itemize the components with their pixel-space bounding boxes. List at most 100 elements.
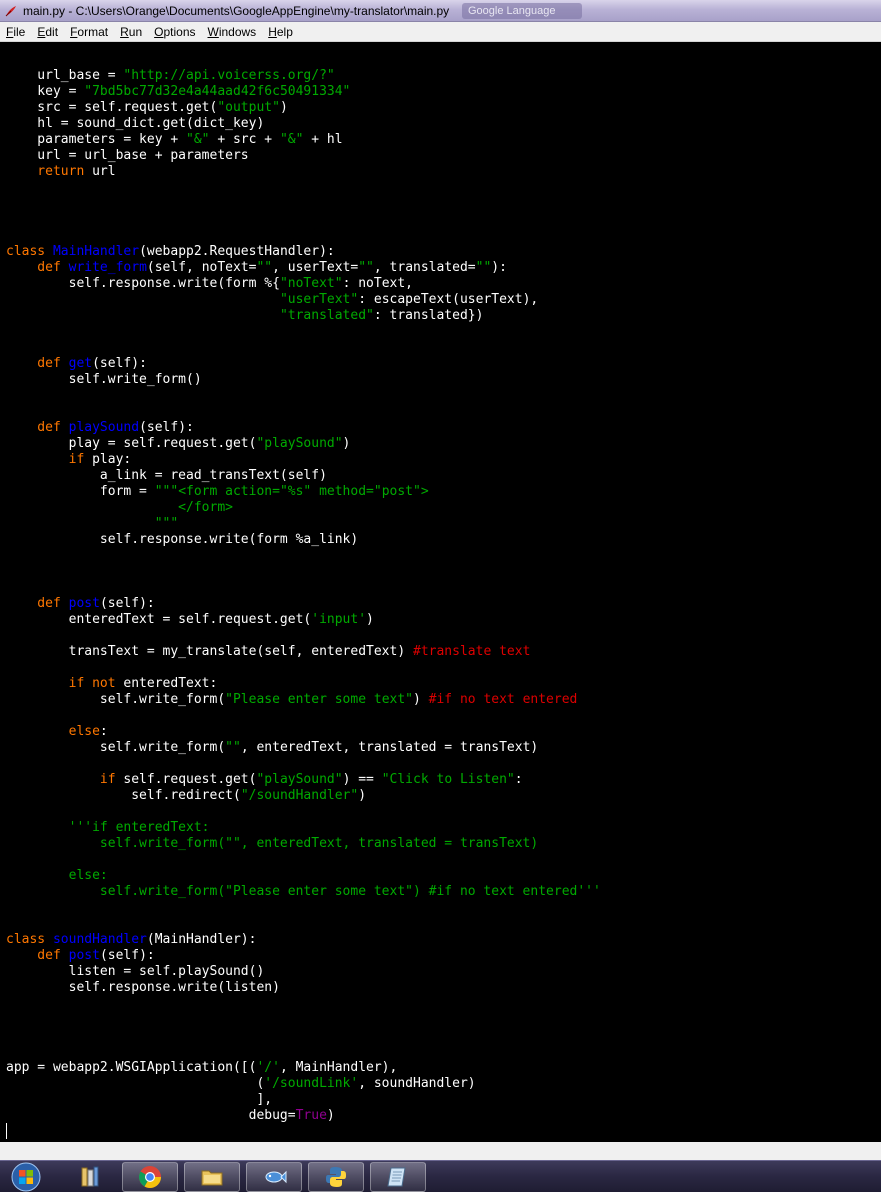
code-line[interactable] [6,212,601,228]
code-line[interactable]: class MainHandler(webapp2.RequestHandler… [6,244,601,260]
code-line[interactable] [6,340,601,356]
code-line[interactable]: self.redirect("/soundHandler") [6,788,601,804]
code-line[interactable] [6,628,601,644]
taskbar-explorer-libraries[interactable] [62,1162,118,1192]
code-line[interactable]: return url [6,164,601,180]
code-line[interactable]: else: [6,868,601,884]
code-line[interactable]: "translated": translated}) [6,308,601,324]
menu-label-rest: indows [218,24,257,39]
code-token: else [6,724,100,739]
taskbar-python[interactable] [308,1162,364,1192]
code-line[interactable] [6,564,601,580]
code-line[interactable] [6,324,601,340]
code-line[interactable]: def write_form(self, noText="", userText… [6,260,601,276]
code-line[interactable] [6,1012,601,1028]
code-line[interactable]: def playSound(self): [6,420,601,436]
code-line[interactable] [6,548,601,564]
code-token: "translated" [279,308,374,323]
code-token: "7bd5bc77d32e4a44aad42f6c50491334" [84,84,351,99]
menu-run[interactable]: Run [114,22,148,42]
menu-help[interactable]: Help [262,22,299,42]
code-line[interactable] [6,580,601,596]
taskbar-file-manager[interactable] [184,1162,240,1192]
background-window-tab[interactable]: Google Language [462,3,582,19]
code-line[interactable] [6,1028,601,1044]
title-bar[interactable]: main.py - C:\Users\Orange\Documents\Goog… [0,0,881,22]
code-line[interactable]: parameters = key + "&" + src + "&" + hl [6,132,601,148]
code-line[interactable]: url = url_base + parameters [6,148,601,164]
code-line[interactable]: ], [6,1092,601,1108]
menu-accelerator: R [120,24,129,39]
taskbar-tool[interactable] [246,1162,302,1192]
taskbar-chrome[interactable] [122,1162,178,1192]
code-line[interactable]: a_link = read_transText(self) [6,468,601,484]
code-line[interactable]: self.write_form("", enteredText, transla… [6,740,601,756]
code-line[interactable]: url_base = "http://api.voicerss.org/?" [6,68,601,84]
code-line[interactable]: " [6,42,601,52]
code-line[interactable]: "userText": escapeText(userText), [6,292,601,308]
code-line[interactable]: class soundHandler(MainHandler): [6,932,601,948]
code-line[interactable] [6,852,601,868]
code-line[interactable]: if play: [6,452,601,468]
code-token: self.write_form("", enteredText, transla… [6,836,539,851]
code-line[interactable]: listen = self.playSound() [6,964,601,980]
code-token: "output" [217,100,280,115]
code-token: self.response.write(form %a_link) [6,532,359,547]
code-text[interactable]: " url_base = "http://api.voicerss.org/?"… [6,42,601,1124]
code-line[interactable]: enteredText = self.request.get('input') [6,612,601,628]
code-line[interactable]: def post(self): [6,596,601,612]
code-line[interactable] [6,1044,601,1060]
code-line[interactable]: '''if enteredText: [6,820,601,836]
code-line[interactable] [6,228,601,244]
menu-windows[interactable]: Windows [202,22,263,42]
code-line[interactable]: </form> [6,500,601,516]
code-line[interactable]: self.write_form() [6,372,601,388]
code-line[interactable] [6,996,601,1012]
code-token: #translate text [413,644,531,659]
code-line[interactable]: def get(self): [6,356,601,372]
code-line[interactable] [6,180,601,196]
code-line[interactable] [6,756,601,772]
code-line[interactable]: app = webapp2.WSGIApplication([('/', Mai… [6,1060,601,1076]
menu-file[interactable]: File [0,22,31,42]
code-line[interactable] [6,916,601,932]
code-line[interactable]: self.response.write(form %{"noText": noT… [6,276,601,292]
taskbar-editor[interactable] [370,1162,426,1192]
code-line[interactable]: self.response.write(form %a_link) [6,532,601,548]
code-line[interactable] [6,388,601,404]
code-line[interactable]: ('/soundLink', soundHandler) [6,1076,601,1092]
menu-options[interactable]: Options [148,22,201,42]
code-line[interactable] [6,196,601,212]
code-token: key = [6,84,85,99]
code-line[interactable]: hl = sound_dict.get(dict_key) [6,116,601,132]
code-line[interactable] [6,804,601,820]
idle-editor-window: main.py - C:\Users\Orange\Documents\Goog… [0,0,881,1192]
code-line[interactable]: """ [6,516,601,532]
code-editor[interactable]: " url_base = "http://api.voicerss.org/?"… [0,42,881,1142]
code-line[interactable]: self.write_form("", enteredText, transla… [6,836,601,852]
code-line[interactable]: self.write_form("Please enter some text"… [6,884,601,900]
code-line[interactable] [6,52,601,68]
code-line[interactable]: debug=True) [6,1108,601,1124]
code-line[interactable] [6,900,601,916]
code-token: src = self.request.get( [6,100,218,115]
code-line[interactable]: def post(self): [6,948,601,964]
code-token: playSound [68,420,140,435]
code-line[interactable]: form = """<form action="%s" method="post… [6,484,601,500]
code-line[interactable]: self.response.write(listen) [6,980,601,996]
code-line[interactable]: src = self.request.get("output") [6,100,601,116]
code-line[interactable] [6,708,601,724]
code-line[interactable]: else: [6,724,601,740]
start-button[interactable] [6,1162,46,1192]
menu-edit[interactable]: Edit [31,22,64,42]
code-line[interactable]: self.write_form("Please enter some text"… [6,692,601,708]
code-line[interactable]: key = "7bd5bc77d32e4a44aad42f6c50491334" [6,84,601,100]
code-line[interactable]: play = self.request.get("playSound") [6,436,601,452]
code-line[interactable] [6,660,601,676]
menu-format[interactable]: Format [64,22,114,42]
fish-icon [265,1170,287,1184]
code-line[interactable]: transText = my_translate(self, enteredTe… [6,644,601,660]
code-line[interactable]: if not enteredText: [6,676,601,692]
code-line[interactable]: if self.request.get("playSound") == "Cli… [6,772,601,788]
code-line[interactable] [6,404,601,420]
